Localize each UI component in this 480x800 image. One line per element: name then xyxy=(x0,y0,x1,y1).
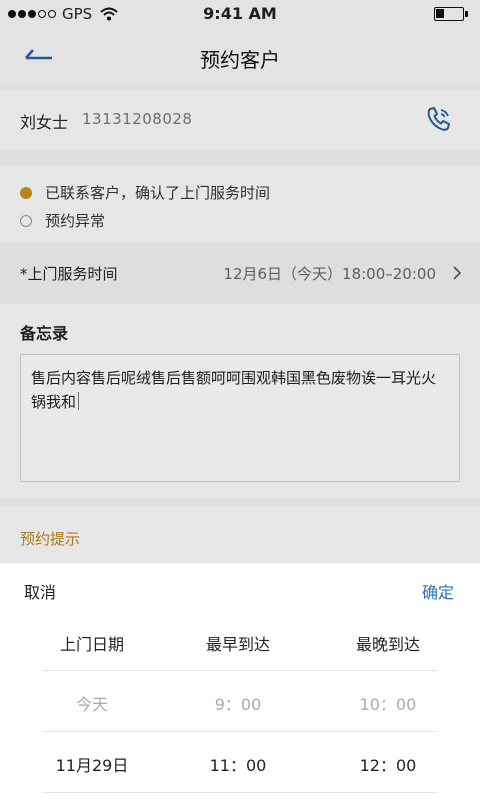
cancel-button[interactable]: 取消 xyxy=(24,579,56,603)
appointment-page: GPS 9:41 AM 预约客户 刘女士 13131208028 已联系客户，确… xyxy=(0,0,480,800)
picker-option-latest[interactable]: 10：00 xyxy=(308,691,468,715)
column-header-earliest: 最早到达 xyxy=(205,635,270,654)
divider xyxy=(42,731,438,732)
dim-overlay[interactable] xyxy=(0,0,480,563)
picker-option-date[interactable]: 今天 xyxy=(12,691,172,715)
confirm-button[interactable]: 确定 xyxy=(422,579,454,603)
time-picker-sheet: 取消 确定 上门日期 最早到达 最晚到达 今天 9：00 10：00 11月29… xyxy=(0,563,480,800)
divider xyxy=(42,670,438,671)
column-header-date: 上门日期 xyxy=(59,635,124,654)
picker-option-earliest-selected[interactable]: 11：00 xyxy=(158,752,318,776)
picker-option-date-selected[interactable]: 11月29日 xyxy=(12,752,172,776)
picker-option-latest-selected[interactable]: 12：00 xyxy=(308,752,468,776)
picker-option-earliest[interactable]: 9：00 xyxy=(158,691,318,715)
column-header-latest: 最晚到达 xyxy=(355,635,420,654)
divider xyxy=(42,792,438,793)
